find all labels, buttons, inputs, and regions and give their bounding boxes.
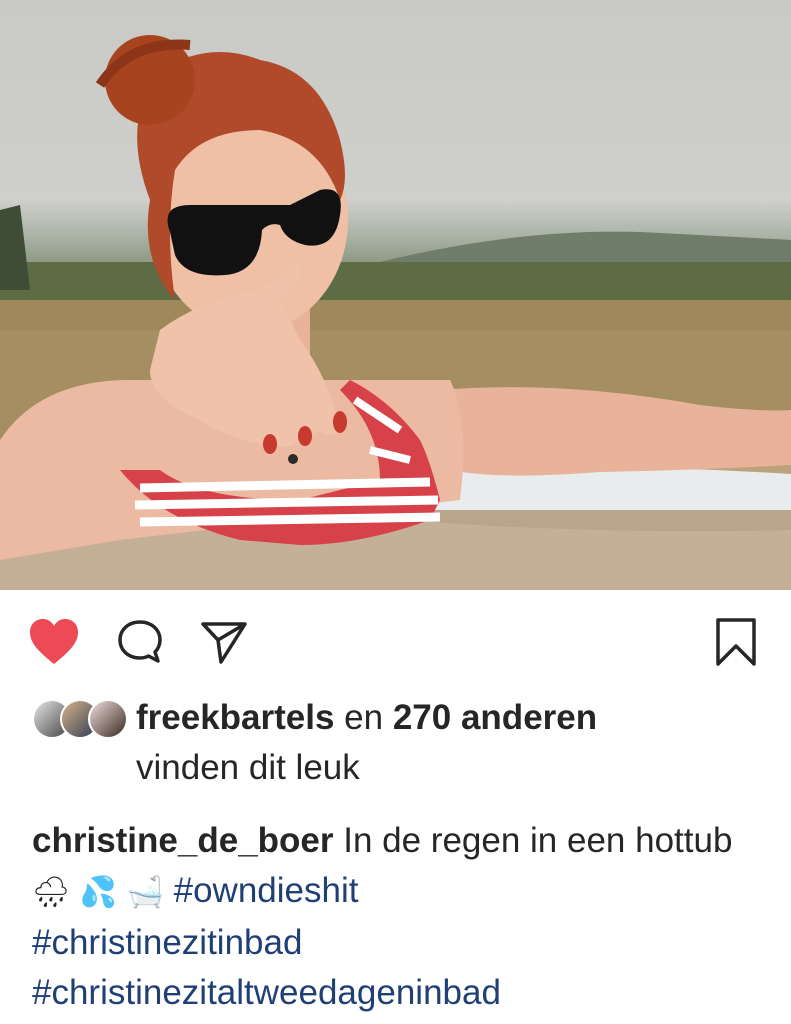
likes-others-count[interactable]: 270 anderen [393, 698, 597, 737]
post-caption: christine_de_boer In de regen in een hot… [32, 816, 762, 1018]
caption-text: In de regen in een hottub [333, 821, 733, 860]
post-action-bar [0, 600, 791, 680]
likes-text: freekbartels en 270 anderen vinden dit l… [136, 693, 756, 793]
save-button[interactable] [708, 614, 764, 670]
avatar[interactable] [88, 699, 128, 739]
hashtag-link[interactable]: #owndieshit [174, 871, 359, 910]
liker-avatars[interactable] [32, 699, 128, 739]
likes-connector: en [334, 698, 393, 737]
likes-suffix: vinden dit leuk [136, 748, 360, 787]
heart-filled-icon [30, 619, 78, 664]
post-photo[interactable] [0, 0, 791, 590]
hashtag-link[interactable]: #christinezitaltweedageninbad [32, 973, 501, 1012]
paper-plane-icon [201, 622, 247, 664]
bookmark-icon [716, 618, 756, 666]
liker-username[interactable]: freekbartels [136, 698, 334, 737]
like-button[interactable] [26, 614, 82, 670]
share-button[interactable] [196, 614, 252, 670]
caption-username[interactable]: christine_de_boer [32, 821, 334, 860]
caption-emojis: 🌧 💦 🛁 [32, 875, 164, 910]
comment-button[interactable] [112, 614, 168, 670]
hashtag-link[interactable]: #christinezitinbad [32, 923, 302, 962]
comment-bubble-icon [118, 620, 162, 663]
post-photo-illustration [0, 35, 791, 590]
